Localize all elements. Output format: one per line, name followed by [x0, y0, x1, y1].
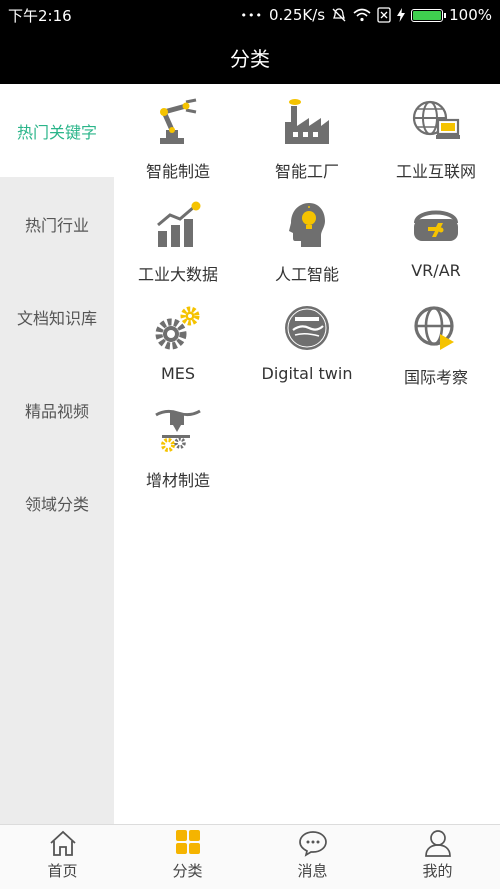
grid-item-vr-ar[interactable]: VR/AR — [372, 187, 500, 290]
grid-item-label: Digital twin — [261, 364, 353, 383]
grid-item-label: 工业大数据 — [137, 265, 218, 284]
status-time: 下午2:16 — [8, 6, 72, 25]
bottom-nav: 首页 分类 消息 我的 — [0, 824, 500, 889]
factory-icon — [285, 99, 329, 144]
profile-icon — [424, 830, 451, 857]
grid-item-label: 增材制造 — [145, 471, 210, 490]
nav-item-messages[interactable]: 消息 — [250, 825, 375, 889]
nav-item-home[interactable]: 首页 — [0, 825, 125, 889]
mute-icon — [331, 7, 347, 23]
nav-item-category[interactable]: 分类 — [125, 825, 250, 889]
category-sidebar: 热门关键字 热门行业 文档知识库 精品视频 领域分类 — [0, 84, 114, 824]
grid-item-label: 人工智能 — [274, 265, 339, 284]
grid-item-label: 国际考察 — [403, 368, 468, 387]
sidebar-item-label: 领域分类 — [24, 494, 89, 514]
gears-icon — [155, 306, 200, 350]
nav-label: 我的 — [422, 862, 453, 880]
grid-item-smart-manufacturing[interactable]: 智能制造 — [114, 84, 242, 187]
sidebar-item-label: 文档知识库 — [16, 308, 97, 328]
grid-item-mes[interactable]: MES — [114, 290, 242, 393]
status-bar: 下午2:16 ••• 0.25K/s 100% — [0, 0, 500, 30]
vr-headset-icon — [414, 210, 458, 241]
sidebar-item-domain-categories[interactable]: 领域分类 — [0, 456, 114, 549]
message-icon — [298, 831, 327, 857]
network-speed: 0.25K/s — [269, 6, 326, 24]
wifi-icon — [353, 8, 371, 22]
grid-item-additive-manufacturing[interactable]: 增材制造 — [114, 393, 242, 496]
charging-icon — [397, 8, 406, 22]
3d-printer-icon — [155, 409, 201, 452]
grid-item-smart-factory[interactable]: 智能工厂 — [243, 84, 371, 187]
grid-item-label: MES — [160, 364, 196, 383]
ai-head-icon — [289, 203, 325, 247]
grid-item-industrial-big-data[interactable]: 工业大数据 — [114, 187, 242, 290]
grid-item-label: 智能制造 — [145, 162, 210, 181]
grid-item-label: 智能工厂 — [274, 162, 339, 181]
sidebar-item-label: 热门关键字 — [16, 122, 97, 142]
battery-percent: 100% — [449, 6, 492, 24]
digital-twin-icon — [285, 306, 329, 350]
page-header: 分类 — [0, 30, 500, 84]
grid-item-label: VR/AR — [411, 261, 461, 280]
globe-play-icon — [414, 306, 454, 350]
grid-item-industrial-internet[interactable]: 工业互联网 — [372, 84, 500, 187]
category-grid: 智能制造 智能工厂 工业互联网 工业大数据 人工智能 VR/AR MES Dig… — [114, 84, 500, 824]
nav-label: 首页 — [47, 862, 78, 880]
home-icon — [49, 830, 76, 856]
sidebar-item-featured-videos[interactable]: 精品视频 — [0, 363, 114, 456]
battery-icon — [411, 8, 447, 22]
app-root: 下午2:16 ••• 0.25K/s 100% 分类 热门关键字 热门行业 文档… — [0, 0, 500, 889]
grid-item-international-study[interactable]: 国际考察 — [372, 290, 500, 393]
globe-computer-icon — [412, 100, 460, 139]
bar-chart-icon — [157, 201, 201, 247]
nav-item-profile[interactable]: 我的 — [375, 825, 500, 889]
more-dots-icon: ••• — [240, 8, 263, 22]
page-title: 分类 — [230, 46, 270, 71]
category-grid-icon — [175, 830, 200, 854]
no-sim-icon — [377, 7, 391, 23]
sidebar-item-hot-industries[interactable]: 热门行业 — [0, 177, 114, 270]
robot-arm-icon — [160, 98, 197, 144]
grid-item-digital-twin[interactable]: Digital twin — [243, 290, 371, 393]
grid-item-artificial-intelligence[interactable]: 人工智能 — [243, 187, 371, 290]
sidebar-item-label: 热门行业 — [24, 215, 89, 235]
sidebar-item-hot-keywords[interactable]: 热门关键字 — [0, 84, 114, 177]
grid-item-label: 工业互联网 — [395, 162, 476, 181]
sidebar-item-label: 精品视频 — [24, 401, 89, 421]
nav-label: 消息 — [297, 862, 328, 880]
nav-label: 分类 — [172, 862, 203, 880]
sidebar-item-document-library[interactable]: 文档知识库 — [0, 270, 114, 363]
